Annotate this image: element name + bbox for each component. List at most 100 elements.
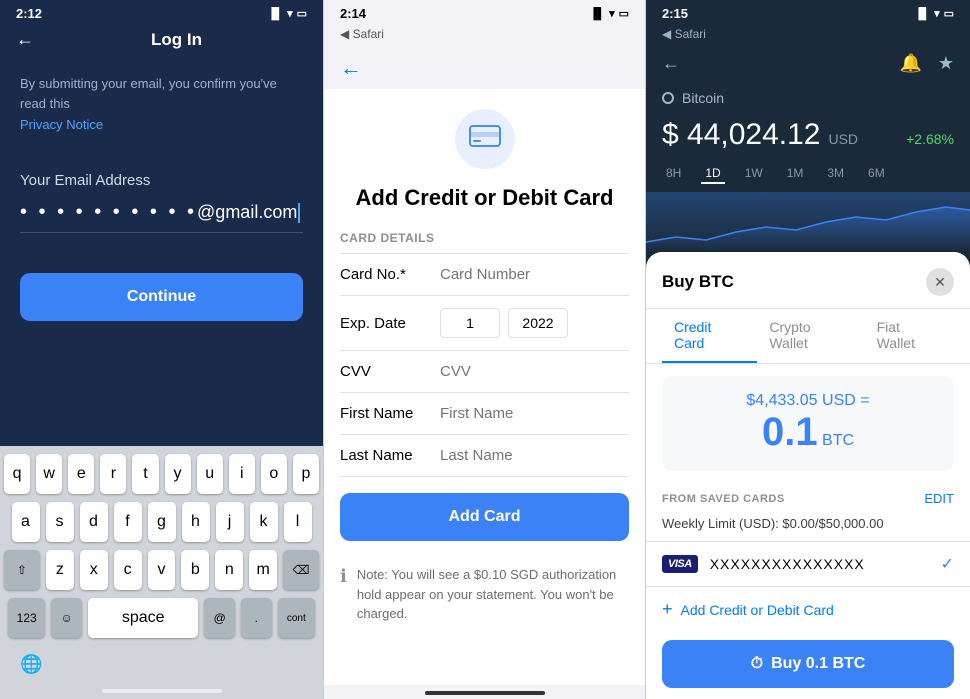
add-card-button[interactable]: Add Card: [340, 493, 629, 541]
login-content: By submitting your email, you confirm yo…: [0, 58, 323, 446]
saved-cards-row: FROM SAVED CARDS EDIT: [646, 483, 970, 514]
crypto-nav: ← 🔔 ★: [646, 45, 970, 82]
key-p[interactable]: p: [293, 454, 319, 494]
key-s[interactable]: s: [46, 502, 74, 542]
btc-price-row: $ 44,024.12 USD +2.68%: [646, 114, 970, 160]
exp-date-label: Exp. Date: [340, 315, 440, 332]
crypto-nav-icons: 🔔 ★: [899, 53, 954, 74]
wifi-icon-3: ▾: [934, 7, 940, 20]
key-q[interactable]: q: [4, 454, 30, 494]
chart-tab-6m[interactable]: 6M: [864, 164, 889, 184]
key-c[interactable]: c: [114, 550, 142, 590]
key-e[interactable]: e: [68, 454, 94, 494]
email-label: Your Email Address: [20, 172, 303, 189]
key-w[interactable]: w: [36, 454, 62, 494]
key-f[interactable]: f: [114, 502, 142, 542]
tab-credit-card[interactable]: Credit Card: [662, 309, 757, 363]
credit-card-icon: [469, 123, 501, 155]
key-m[interactable]: m: [249, 550, 277, 590]
key-l[interactable]: l: [284, 502, 312, 542]
key-shift[interactable]: ⇧: [4, 550, 40, 590]
key-backspace[interactable]: ⌫: [283, 550, 319, 590]
key-n[interactable]: n: [215, 550, 243, 590]
bitcoin-row: Bitcoin: [646, 82, 970, 114]
exp-month-input[interactable]: [440, 308, 500, 338]
selected-check-icon: ✓: [941, 554, 954, 574]
key-space[interactable]: space: [88, 598, 198, 638]
buy-modal-title: Buy BTC: [662, 272, 734, 292]
note-text: Note: You will see a $0.10 SGD authoriza…: [357, 565, 629, 624]
privacy-link[interactable]: Privacy Notice: [20, 117, 303, 132]
weekly-limit-text: Weekly Limit (USD): $0.00/$50,000.00: [646, 514, 970, 541]
safari-back-2[interactable]: ◀ Safari: [340, 27, 384, 41]
key-i[interactable]: i: [229, 454, 255, 494]
buy-modal: Buy BTC ✕ Credit Card Crypto Wallet Fiat…: [646, 252, 970, 699]
chart-tab-3m[interactable]: 3M: [823, 164, 848, 184]
chart-tabs: 8H 1D 1W 1M 3M 6M: [646, 160, 970, 188]
key-x[interactable]: x: [80, 550, 108, 590]
status-bar-1: 2:12 ▐▌ ▾ ▭: [0, 0, 323, 25]
safari-back-3[interactable]: ◀ Safari: [662, 27, 706, 41]
key-v[interactable]: v: [148, 550, 176, 590]
add-card-row[interactable]: + Add Credit or Debit Card: [646, 586, 970, 632]
continue-button[interactable]: Continue: [20, 273, 303, 321]
info-icon: ℹ: [340, 566, 347, 587]
plus-icon: +: [662, 599, 673, 620]
tab-fiat-wallet[interactable]: Fiat Wallet: [865, 309, 954, 363]
key-at[interactable]: @: [204, 598, 235, 638]
globe-icon[interactable]: 🌐: [12, 650, 50, 679]
close-modal-button[interactable]: ✕: [926, 268, 954, 296]
login-screen: 2:12 ▐▌ ▾ ▭ ← Log In By submitting your …: [0, 0, 323, 699]
key-g[interactable]: g: [148, 502, 176, 542]
keyboard: q w e r t y u i o p a s d f g h j k l ⇧ …: [0, 446, 323, 699]
key-123[interactable]: 123: [8, 598, 45, 638]
crypto-back-arrow[interactable]: ←: [662, 53, 680, 74]
email-suffix: @gmail.com: [197, 202, 297, 223]
key-r[interactable]: r: [100, 454, 126, 494]
chart-tab-1w[interactable]: 1W: [741, 164, 767, 184]
chart-tab-8h[interactable]: 8H: [662, 164, 685, 184]
first-name-row: First Name: [340, 393, 629, 435]
buy-btc-button[interactable]: ⏱ Buy 0.1 BTC: [662, 640, 954, 688]
star-icon[interactable]: ★: [938, 53, 954, 74]
key-k[interactable]: k: [250, 502, 278, 542]
cvv-input[interactable]: [440, 363, 639, 380]
key-b[interactable]: b: [181, 550, 209, 590]
card-section-label: CARD DETAILS: [340, 231, 629, 245]
key-emoji[interactable]: ☺: [51, 598, 82, 638]
key-j[interactable]: j: [216, 502, 244, 542]
key-t[interactable]: t: [132, 454, 158, 494]
exp-year-input[interactable]: [508, 308, 568, 338]
key-a[interactable]: a: [12, 502, 40, 542]
add-card-link-text: Add Credit or Debit Card: [681, 602, 834, 618]
status-bar-3: 2:15 ▐▌ ▾ ▭: [646, 0, 970, 25]
tab-crypto-wallet[interactable]: Crypto Wallet: [757, 309, 864, 363]
key-o[interactable]: o: [261, 454, 287, 494]
last-name-input[interactable]: [440, 447, 639, 464]
privacy-text: By submitting your email, you confirm yo…: [20, 74, 303, 113]
card-number-input[interactable]: [440, 266, 639, 283]
card-number-row: Card No.*: [340, 254, 629, 296]
card-back-arrow[interactable]: ←: [340, 55, 362, 80]
card-icon-container: [455, 109, 515, 169]
chart-tab-1m[interactable]: 1M: [783, 164, 808, 184]
cvv-label: CVV: [340, 363, 440, 380]
home-indicator-2: [425, 691, 545, 695]
add-card-screen: 2:14 ▐▌ ▾ ▭ ◀ Safari ← Add Credit or Deb…: [323, 0, 646, 699]
key-y[interactable]: y: [165, 454, 191, 494]
key-u[interactable]: u: [197, 454, 223, 494]
key-period[interactable]: .: [241, 598, 272, 638]
back-arrow-icon[interactable]: ←: [16, 29, 34, 50]
time-3: 2:15: [662, 6, 688, 21]
bell-icon[interactable]: 🔔: [899, 53, 921, 74]
first-name-input[interactable]: [440, 405, 639, 422]
status-icons-1: ▐▌ ▾ ▭: [267, 7, 307, 20]
key-continue[interactable]: cont: [278, 598, 315, 638]
saved-card-item[interactable]: VISA XXXXXXXXXXXXXXX ✓: [646, 541, 970, 586]
add-card-title: Add Credit or Debit Card: [340, 185, 629, 211]
edit-button[interactable]: EDIT: [924, 491, 954, 506]
chart-tab-1d[interactable]: 1D: [701, 164, 724, 184]
key-z[interactable]: z: [46, 550, 74, 590]
key-h[interactable]: h: [182, 502, 210, 542]
key-d[interactable]: d: [80, 502, 108, 542]
